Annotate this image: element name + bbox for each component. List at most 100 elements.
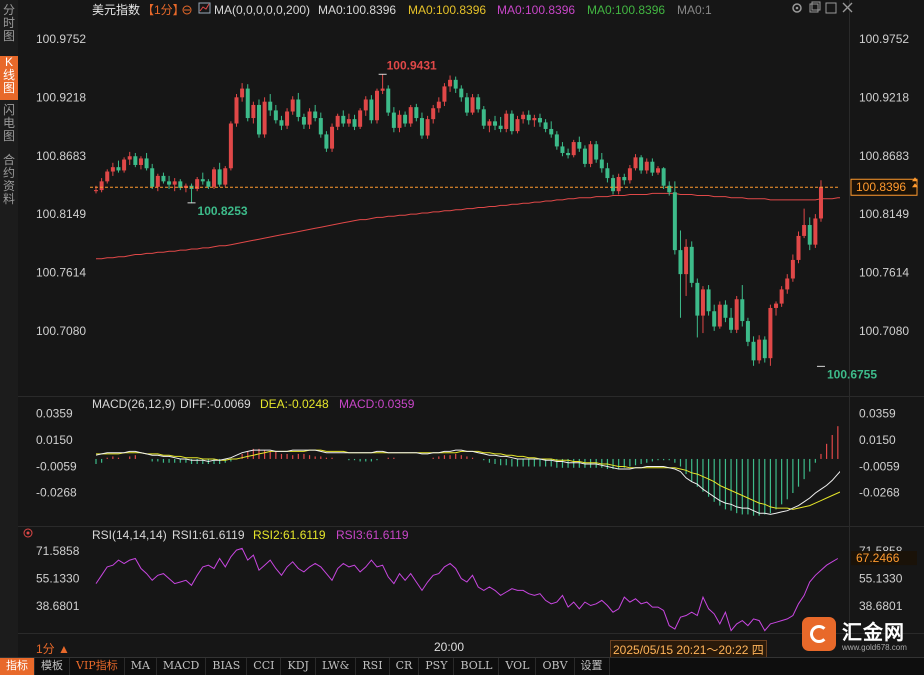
indicator-tab-7[interactable]: KDJ xyxy=(281,658,316,675)
candle-body xyxy=(352,119,357,127)
candle-body xyxy=(802,225,807,236)
candle-body xyxy=(521,114,526,120)
candle-body xyxy=(273,110,278,121)
candle-body xyxy=(217,169,222,185)
candle-body xyxy=(577,142,582,149)
indicator-tab-2[interactable]: VIP指标 xyxy=(70,658,125,675)
candle-body xyxy=(667,185,672,193)
candle-body xyxy=(661,168,666,186)
candle-body xyxy=(611,178,616,192)
candle-body xyxy=(268,101,273,111)
tab-kline[interactable]: K线图 xyxy=(0,56,18,100)
macd-diff-value: DIFF:-0.0069 xyxy=(180,397,251,411)
candle-body xyxy=(582,148,587,164)
candle-body xyxy=(650,161,655,173)
candle-body xyxy=(807,225,812,245)
candle-body xyxy=(363,99,368,111)
candle-body xyxy=(251,104,256,119)
candle-body xyxy=(622,176,627,181)
candle-body xyxy=(341,115,346,124)
candle-body xyxy=(223,168,228,185)
indicator-tab-13[interactable]: VOL xyxy=(499,658,537,675)
candle-body xyxy=(796,235,801,260)
indicator-tab-14[interactable]: OBV xyxy=(536,658,575,675)
macd-tick-left: 0.0359 xyxy=(36,407,73,421)
candle-body xyxy=(318,118,323,135)
indicator-tab-10[interactable]: CR xyxy=(390,658,420,675)
candle-body xyxy=(549,128,554,135)
candle-body xyxy=(476,97,481,110)
candle-body xyxy=(656,168,660,173)
candle-body xyxy=(689,246,694,283)
candle-body xyxy=(150,168,155,187)
candle-body xyxy=(627,168,632,181)
indicator-tab-15[interactable]: 设置 xyxy=(575,658,610,675)
period-selector-button[interactable]: 1分 ▲ xyxy=(36,640,70,657)
macd-hist-value: MACD:0.0359 xyxy=(339,397,415,411)
price-tick-right: 100.7080 xyxy=(859,324,909,338)
candle-body xyxy=(526,114,531,121)
rsi-tick-right: 38.6801 xyxy=(859,599,903,613)
candle-body xyxy=(717,304,722,327)
candle-body xyxy=(138,158,143,165)
candle-body xyxy=(813,218,818,245)
candle-body xyxy=(296,99,301,117)
candle-body xyxy=(678,250,683,275)
tab-flash[interactable]: 闪电图 xyxy=(0,104,18,148)
tab-contract-info[interactable]: 合约资料 xyxy=(0,154,18,212)
brand-logo: 汇金网 www.gold678.com xyxy=(802,614,920,654)
ma-value-2: MA0:100.8396 xyxy=(408,3,486,17)
price-tick-left: 100.7080 xyxy=(36,324,86,338)
candle-body xyxy=(543,122,548,129)
price-tick-right: 100.8683 xyxy=(859,149,909,163)
indicator-tab-11[interactable]: PSY xyxy=(419,658,455,675)
candle-body xyxy=(712,311,717,327)
macd-tick-left: 0.0150 xyxy=(36,433,73,447)
candle-body xyxy=(403,114,408,124)
candle-body xyxy=(504,113,509,129)
indicator-tab-6[interactable]: CCI xyxy=(247,658,282,675)
logo-icon xyxy=(802,617,836,651)
candle-body xyxy=(116,167,121,171)
candle-body xyxy=(729,317,734,330)
price-tick-left: 100.9218 xyxy=(36,91,86,105)
indicator-tab-1[interactable]: 模板 xyxy=(35,658,70,675)
indicator-tab-3[interactable]: MA xyxy=(125,658,157,675)
candle-body xyxy=(644,161,649,171)
candle-body xyxy=(453,79,458,89)
indicator-tab-12[interactable]: BOLL xyxy=(454,658,500,675)
candle-body xyxy=(464,97,469,113)
candle-body xyxy=(122,159,127,171)
indicator-tab-8[interactable]: LW& xyxy=(316,658,357,675)
indicator-tab-5[interactable]: BIAS xyxy=(206,658,248,675)
candle-body xyxy=(498,125,503,129)
price-tick-left: 100.8683 xyxy=(36,149,86,163)
tab-timeshare[interactable]: 分时图 xyxy=(0,4,18,48)
indicator-tab-0[interactable]: 指标 xyxy=(0,658,35,675)
indicator-tab-9[interactable]: RSI xyxy=(356,658,390,675)
candle-body xyxy=(167,181,172,185)
period-label: 【1分】 xyxy=(142,3,185,17)
candle-body xyxy=(509,113,514,132)
candle-body xyxy=(436,101,441,109)
candle-body xyxy=(768,307,773,359)
logo-url: www.gold678.com xyxy=(842,643,907,652)
candle-body xyxy=(245,88,250,119)
candle-body xyxy=(358,110,363,127)
candle-body xyxy=(818,186,823,219)
candle-body xyxy=(330,126,335,149)
macd-tick-right: 0.0359 xyxy=(859,407,896,421)
candle-body xyxy=(285,111,290,126)
price-tick-right: 100.8149 xyxy=(859,207,909,221)
rsi-tick-left: 38.6801 xyxy=(36,599,80,613)
price-tick-left: 100.9752 xyxy=(36,32,86,46)
candle-body xyxy=(723,304,728,318)
candle-body xyxy=(172,181,177,185)
last-price-label: 100.8396 xyxy=(856,180,906,194)
price-tick-right: 100.7614 xyxy=(859,266,909,280)
candle-body xyxy=(380,88,385,91)
candle-body xyxy=(279,120,284,126)
candle-body xyxy=(470,97,475,113)
candle-body xyxy=(110,167,115,172)
indicator-tab-4[interactable]: MACD xyxy=(157,658,207,675)
